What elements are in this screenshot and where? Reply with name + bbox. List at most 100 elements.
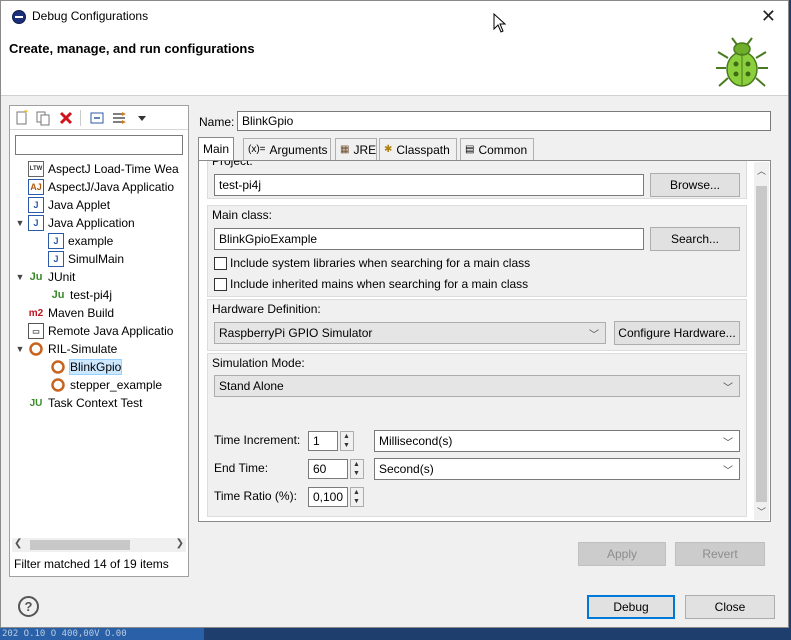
- main-class-group: Main class: BlinkGpioExample Search... I…: [207, 205, 747, 297]
- name-field[interactable]: BlinkGpio: [237, 111, 771, 131]
- remote-java-icon: ▭: [28, 323, 44, 339]
- tree-item-aspectj-java[interactable]: AJ AspectJ/Java Applicatio: [14, 178, 174, 196]
- tab-arguments[interactable]: (x)= Arguments: [243, 138, 331, 160]
- expand-chevron-icon[interactable]: ▼: [14, 272, 26, 282]
- up-arrow-icon[interactable]: ▲: [343, 433, 350, 441]
- dropdown-icon[interactable]: [134, 110, 150, 126]
- aj-icon: AJ: [28, 179, 44, 195]
- browse-button[interactable]: Browse...: [650, 173, 740, 197]
- project-field[interactable]: test-pi4j: [214, 174, 644, 196]
- configuration-tree: LTW AspectJ Load-Time Wea AJ AspectJ/Jav…: [10, 160, 188, 534]
- common-icon: ▤: [465, 144, 475, 155]
- scroll-up-icon[interactable]: ︿: [757, 164, 766, 177]
- tree-item-simulmain[interactable]: J SimulMain: [34, 250, 124, 268]
- time-ratio-stepper[interactable]: ▲ ▼: [350, 487, 364, 507]
- scroll-left-icon[interactable]: ❮: [14, 538, 22, 549]
- time-increment-unit-select[interactable]: Millisecond(s) ﹀: [374, 430, 740, 452]
- time-ratio-label: Time Ratio (%):: [214, 489, 297, 503]
- up-arrow-icon[interactable]: ▲: [353, 489, 360, 497]
- junit-icon: Ju: [51, 289, 65, 301]
- scroll-down-icon[interactable]: ﹀: [757, 505, 766, 518]
- tree-item-ril-simulate[interactable]: ▼ RIL-Simulate: [14, 340, 118, 358]
- tab-classpath[interactable]: ✱ Classpath: [379, 138, 457, 160]
- checkbox[interactable]: [214, 256, 227, 270]
- tree-item-example[interactable]: J example: [34, 232, 113, 250]
- include-inherited-mains-checkbox[interactable]: Include inherited mains when searching f…: [214, 277, 528, 291]
- hardware-select[interactable]: RaspberryPi GPIO Simulator ﹀: [214, 322, 606, 344]
- toolbar-separator: [80, 110, 81, 126]
- jre-icon: ▦: [340, 144, 350, 155]
- end-time-label: End Time:: [214, 461, 269, 475]
- ril-icon: [50, 359, 66, 375]
- revert-button[interactable]: Revert: [675, 542, 765, 566]
- close-button[interactable]: Close: [685, 595, 775, 619]
- background-window-strip: 202 O.10 O 400,00V O.00: [0, 628, 204, 640]
- tree-item-remote-java[interactable]: ▭ Remote Java Applicatio: [14, 322, 173, 340]
- banner-title: Create, manage, and run configurations: [9, 41, 255, 56]
- up-arrow-icon[interactable]: ▲: [353, 461, 360, 469]
- tree-horizontal-scrollbar[interactable]: ❮ ❯: [12, 538, 186, 552]
- duplicate-icon[interactable]: [35, 110, 51, 126]
- java-applet-icon: J: [28, 197, 44, 213]
- expand-chevron-icon[interactable]: ▼: [14, 344, 26, 354]
- m2-icon: m2: [28, 307, 44, 319]
- tree-item-stepper-example[interactable]: stepper_example: [50, 376, 162, 394]
- time-increment-label: Time Increment:: [214, 433, 301, 447]
- main-tab-panel: Project: test-pi4j Browse... Main class:…: [198, 160, 771, 522]
- search-button[interactable]: Search...: [650, 227, 740, 251]
- ltw-icon: LTW: [28, 161, 44, 177]
- scrollbar-thumb[interactable]: [30, 540, 130, 550]
- project-label: Project:: [212, 160, 253, 168]
- filter-input[interactable]: [15, 135, 183, 155]
- tree-item-junit[interactable]: ▼ Ju JUnit: [14, 268, 76, 286]
- time-ratio-field[interactable]: 0,100: [308, 487, 348, 507]
- down-arrow-icon[interactable]: ▼: [353, 470, 360, 478]
- simulation-group: Simulation Mode: Stand Alone ﹀ Time Incr…: [207, 353, 747, 517]
- tab-main[interactable]: Main: [198, 137, 234, 160]
- tree-toolbar: [10, 106, 188, 130]
- tree-item-test-pi4j[interactable]: Ju test-pi4j: [50, 286, 112, 304]
- chevron-down-icon: ﹀: [589, 330, 599, 341]
- delete-icon[interactable]: [58, 110, 74, 126]
- expand-chevron-icon[interactable]: ▼: [14, 218, 26, 228]
- down-arrow-icon[interactable]: ▼: [343, 442, 350, 450]
- end-time-field[interactable]: 60: [308, 459, 348, 479]
- scrollbar-thumb[interactable]: [756, 186, 767, 502]
- end-time-unit-select[interactable]: Second(s) ﹀: [374, 458, 740, 480]
- time-increment-stepper[interactable]: ▲ ▼: [340, 431, 354, 451]
- arguments-icon: (x)=: [248, 144, 266, 155]
- configure-hardware-button[interactable]: Configure Hardware...: [614, 321, 740, 345]
- help-icon[interactable]: ?: [18, 596, 39, 617]
- close-icon[interactable]: ✕: [761, 7, 776, 25]
- ril-icon: [28, 341, 44, 357]
- tree-item-aspectj-ltw[interactable]: LTW AspectJ Load-Time Wea: [14, 160, 179, 178]
- tree-item-java-applet[interactable]: J Java Applet: [14, 196, 110, 214]
- filter-icon[interactable]: [112, 110, 128, 126]
- include-system-libs-checkbox[interactable]: Include system libraries when searching …: [214, 256, 530, 270]
- tab-common[interactable]: ▤ Common: [460, 138, 534, 160]
- checkbox[interactable]: [214, 277, 227, 291]
- panel-vertical-scrollbar[interactable]: ︿ ﹀: [754, 162, 769, 520]
- debug-button[interactable]: Debug: [587, 595, 675, 619]
- window-title: Debug Configurations: [32, 9, 149, 23]
- ril-icon: [50, 377, 66, 393]
- main-class-field[interactable]: BlinkGpioExample: [214, 228, 644, 250]
- header-banner: Create, manage, and run configurations: [1, 32, 788, 96]
- tree-item-task-context-test[interactable]: JU Task Context Test: [14, 394, 143, 412]
- end-time-stepper[interactable]: ▲ ▼: [350, 459, 364, 479]
- new-config-icon[interactable]: [14, 110, 30, 126]
- down-arrow-icon[interactable]: ▼: [353, 498, 360, 506]
- tree-item-blinkgpio[interactable]: BlinkGpio: [50, 358, 123, 376]
- tree-item-maven-build[interactable]: m2 Maven Build: [14, 304, 114, 322]
- collapse-all-icon[interactable]: [89, 110, 105, 126]
- filter-status: Filter matched 14 of 19 items: [14, 557, 169, 571]
- tree-item-java-application[interactable]: ▼ J Java Application: [14, 214, 135, 232]
- simulation-mode-select[interactable]: Stand Alone ﹀: [214, 375, 740, 397]
- apply-button[interactable]: Apply: [578, 542, 666, 566]
- time-increment-field[interactable]: 1: [308, 431, 338, 451]
- java-app-icon: J: [28, 215, 44, 231]
- tab-jre[interactable]: ▦ JRE: [335, 138, 377, 160]
- scroll-right-icon[interactable]: ❯: [176, 538, 184, 549]
- junit-icon: Ju: [29, 271, 43, 283]
- hardware-label: Hardware Definition:: [212, 302, 321, 316]
